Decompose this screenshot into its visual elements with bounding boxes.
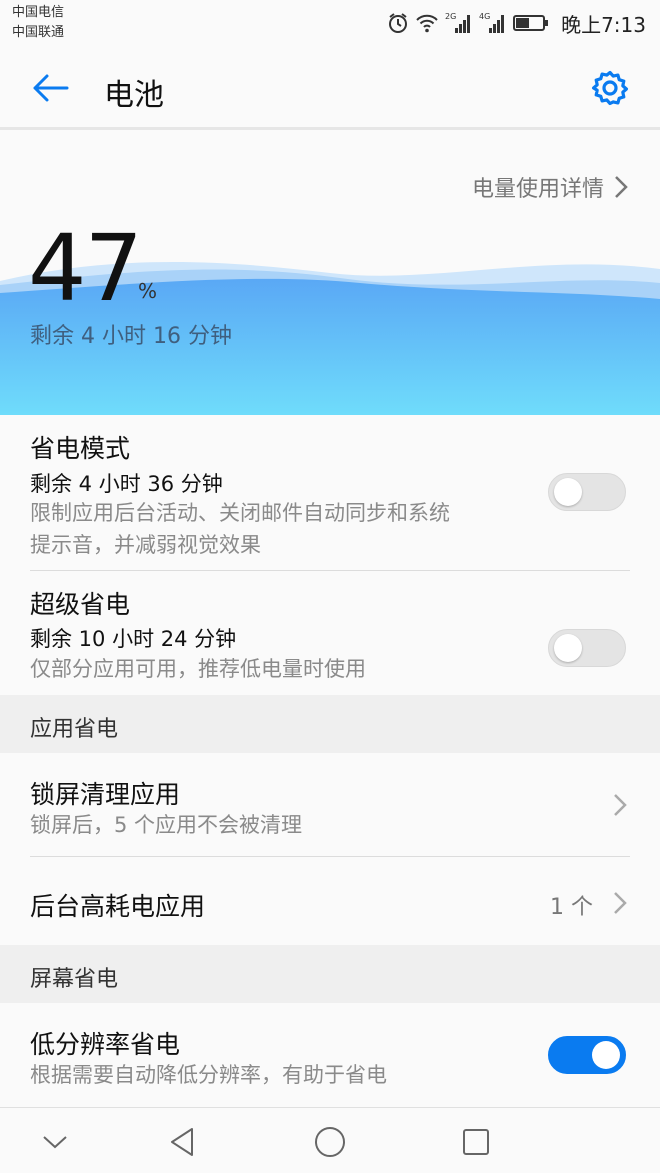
ultra-power-saving-row[interactable]: 超级省电 剩余 10 小时 24 分钟 仅部分应用可用，推荐低电量时使用 <box>30 571 630 695</box>
background-high-drain-count: 1 个 <box>550 895 593 920</box>
home-circle-icon <box>315 1127 345 1157</box>
low-resolution-subtitle: 根据需要自动降低分辨率，有助于省电 <box>30 1063 387 1087</box>
power-saving-mode-row[interactable]: 省电模式 剩余 4 小时 36 分钟 限制应用后台活动、关闭邮件自动同步和系统 … <box>30 415 630 570</box>
power-saving-description-1: 限制应用后台活动、关闭邮件自动同步和系统 <box>30 501 450 525</box>
app-bar: 电池 <box>0 46 660 130</box>
power-saving-description-2: 提示音，并减弱视觉效果 <box>30 533 261 557</box>
clock: 晚上7:13 <box>561 12 646 37</box>
back-triangle-icon <box>171 1128 193 1156</box>
chevron-down-icon <box>43 1136 67 1149</box>
toggle-knob <box>592 1041 620 1069</box>
gear-icon <box>592 70 628 106</box>
battery-remaining-time: 剩余 4 小时 16 分钟 <box>30 324 232 349</box>
arrow-left-icon <box>33 74 69 102</box>
background-high-drain-title: 后台高耗电应用 <box>30 892 206 921</box>
wifi-icon <box>415 13 439 33</box>
status-icons: 2G 4G 晚上7:13 <box>387 8 646 38</box>
power-saving-toggle[interactable] <box>548 473 626 511</box>
ultra-power-saving-title: 超级省电 <box>30 590 131 619</box>
chevron-right-icon <box>614 892 627 914</box>
background-high-drain-row[interactable]: 后台高耗电应用 1 个 <box>30 857 630 945</box>
toggle-knob <box>554 478 582 506</box>
chevron-right-icon <box>615 176 628 198</box>
usage-details-link[interactable]: 电量使用详情 <box>472 171 628 203</box>
nav-back-button[interactable] <box>162 1122 202 1162</box>
navigation-bar <box>0 1107 660 1173</box>
low-resolution-toggle[interactable] <box>548 1036 626 1074</box>
ultra-power-saving-toggle[interactable] <box>548 629 626 667</box>
ultra-power-saving-description: 仅部分应用可用，推荐低电量时使用 <box>30 657 366 681</box>
signal-2-label: 4G <box>479 12 490 21</box>
nav-recents-button[interactable] <box>456 1122 496 1162</box>
battery-percent: 47 <box>28 215 143 322</box>
section-header-label: 屏幕省电 <box>30 967 119 992</box>
page-title: 电池 <box>104 78 164 113</box>
power-modes-section: 省电模式 剩余 4 小时 36 分钟 限制应用后台活动、关闭邮件自动同步和系统 … <box>0 415 660 695</box>
app-power-section: 锁屏清理应用 锁屏后，5 个应用不会被清理 后台高耗电应用 1 个 <box>0 753 660 945</box>
signal-icon: 2G <box>445 11 473 35</box>
lockscreen-cleanup-subtitle: 锁屏后，5 个应用不会被清理 <box>30 813 303 837</box>
power-saving-title: 省电模式 <box>30 434 131 463</box>
section-header-screen-power: 屏幕省电 <box>0 945 660 1003</box>
carrier-2: 中国联通 <box>12 25 65 40</box>
settings-button[interactable] <box>590 68 630 108</box>
low-resolution-row[interactable]: 低分辨率省电 根据需要自动降低分辨率，有助于省电 <box>30 1003 630 1107</box>
nav-home-button[interactable] <box>310 1122 350 1162</box>
screen-power-section: 低分辨率省电 根据需要自动降低分辨率，有助于省电 <box>0 1003 660 1107</box>
ultra-power-saving-remaining: 剩余 10 小时 24 分钟 <box>30 627 237 651</box>
section-header-app-power: 应用省电 <box>0 695 660 753</box>
percent-sign: % <box>138 279 158 303</box>
lockscreen-cleanup-title: 锁屏清理应用 <box>30 780 181 809</box>
signal-icon: 4G <box>479 11 507 35</box>
power-saving-remaining: 剩余 4 小时 36 分钟 <box>30 472 223 496</box>
section-header-label: 应用省电 <box>30 717 119 742</box>
status-bar: 中国电信 中国联通 2G 4G 晚上7:13 <box>0 0 660 46</box>
signal-1-label: 2G <box>445 12 456 21</box>
alarm-icon <box>387 12 409 34</box>
recents-square-icon <box>463 1129 489 1155</box>
usage-details-label: 电量使用详情 <box>471 177 604 202</box>
carrier-1: 中国电信 <box>12 5 65 20</box>
low-resolution-title: 低分辨率省电 <box>30 1030 181 1059</box>
lockscreen-cleanup-row[interactable]: 锁屏清理应用 锁屏后，5 个应用不会被清理 <box>30 753 630 856</box>
chevron-right-icon <box>614 794 627 816</box>
battery-icon <box>513 13 549 33</box>
battery-status-panel: 电量使用详情 47 % 剩余 4 小时 16 分钟 <box>0 133 660 415</box>
back-button[interactable] <box>28 68 72 108</box>
toggle-knob <box>554 634 582 662</box>
collapse-nav-button[interactable] <box>35 1122 75 1162</box>
